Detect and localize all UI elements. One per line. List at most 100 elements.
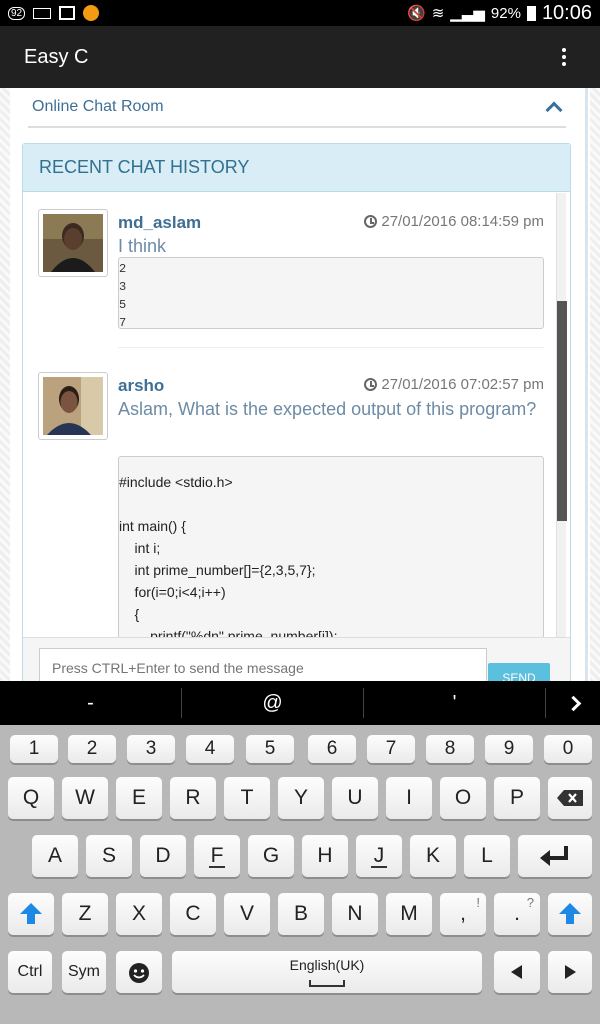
key-9[interactable]: 9 bbox=[485, 735, 533, 763]
key-e[interactable]: E bbox=[116, 777, 162, 819]
status-left: 92 bbox=[8, 5, 100, 21]
image-icon bbox=[59, 6, 76, 20]
code-line: int main() { bbox=[119, 518, 186, 534]
key-f[interactable]: F bbox=[194, 835, 240, 877]
send-button[interactable]: SEND bbox=[488, 663, 550, 681]
code-line: int prime_number[]={2,3,5,7}; bbox=[119, 562, 316, 578]
space-language-label: English(UK) bbox=[289, 957, 365, 973]
key-0[interactable]: 0 bbox=[544, 735, 592, 763]
code-line: 5 bbox=[119, 298, 127, 312]
user-photo-md-aslam bbox=[43, 214, 103, 272]
key-j[interactable]: J bbox=[356, 835, 402, 877]
app-bar: Easy C bbox=[0, 26, 600, 88]
key-c[interactable]: C bbox=[170, 893, 216, 935]
suggestion-item[interactable]: - bbox=[0, 688, 182, 718]
key-i[interactable]: I bbox=[386, 777, 432, 819]
sym-key[interactable]: Sym bbox=[62, 951, 106, 993]
key-v[interactable]: V bbox=[224, 893, 270, 935]
scrollbar-thumb[interactable] bbox=[557, 301, 567, 521]
key-x[interactable]: X bbox=[116, 893, 162, 935]
key-p[interactable]: P bbox=[494, 777, 540, 819]
code-line: #include <stdio.h> bbox=[119, 474, 233, 490]
key-7[interactable]: 7 bbox=[367, 735, 415, 763]
key-8[interactable]: 8 bbox=[426, 735, 474, 763]
code-block: #include <stdio.h> int main() { int i; i… bbox=[118, 456, 544, 637]
key-s[interactable]: S bbox=[86, 835, 132, 877]
chat-list[interactable]: md_aslam 27/01/2016 08:14:59 pm I think … bbox=[23, 193, 570, 637]
comma-key[interactable]: , ! bbox=[440, 893, 486, 935]
avatar bbox=[38, 372, 108, 440]
shift-icon bbox=[20, 903, 42, 925]
shift-left-key[interactable] bbox=[8, 893, 54, 935]
key-3[interactable]: 3 bbox=[127, 735, 175, 763]
clock-icon bbox=[364, 215, 378, 228]
key-h[interactable]: H bbox=[302, 835, 348, 877]
message-time-text: 27/01/2016 07:02:57 pm bbox=[381, 376, 544, 393]
suggestion-item[interactable]: ' bbox=[364, 688, 546, 718]
message-divider bbox=[118, 347, 544, 348]
message-time-text: 27/01/2016 08:14:59 pm bbox=[381, 213, 544, 230]
key-b[interactable]: B bbox=[278, 893, 324, 935]
key-l[interactable]: L bbox=[464, 835, 510, 877]
right-scroll-line bbox=[585, 88, 588, 681]
code-line: int i; bbox=[119, 540, 161, 556]
key-2[interactable]: 2 bbox=[68, 735, 116, 763]
code-line: printf("%dn",prime_number[i]); bbox=[119, 628, 338, 637]
message-input[interactable] bbox=[39, 648, 487, 681]
chat-room-header[interactable]: Online Chat Room bbox=[28, 88, 566, 128]
keyboard-icon bbox=[33, 7, 52, 19]
clock-icon bbox=[364, 378, 378, 391]
key-4[interactable]: 4 bbox=[186, 735, 234, 763]
chat-scrollbar[interactable] bbox=[556, 193, 567, 637]
key-w[interactable]: W bbox=[62, 777, 108, 819]
status-right: 🔇 ≋ ▁▃▅ 92% 10:06 bbox=[407, 2, 592, 25]
enter-key[interactable] bbox=[518, 835, 592, 877]
backspace-icon bbox=[557, 790, 583, 806]
suggestions-expand[interactable] bbox=[546, 695, 600, 711]
battery-icon bbox=[526, 5, 536, 21]
message-text: I think bbox=[118, 236, 167, 256]
message-username[interactable]: md_aslam bbox=[118, 213, 201, 233]
chat-message: arsho 27/01/2016 07:02:57 pm Aslam, What… bbox=[38, 372, 544, 637]
shift-right-key[interactable] bbox=[548, 893, 592, 935]
code-line: for(i=0;i<4;i++) bbox=[119, 584, 226, 600]
backspace-key[interactable] bbox=[548, 777, 592, 819]
key-o[interactable]: O bbox=[440, 777, 486, 819]
key-g[interactable]: G bbox=[248, 835, 294, 877]
chevron-up-icon[interactable] bbox=[545, 101, 563, 119]
key-k[interactable]: K bbox=[410, 835, 456, 877]
status-bar: 92 🔇 ≋ ▁▃▅ 92% 10:06 bbox=[0, 0, 600, 26]
key-t[interactable]: T bbox=[224, 777, 270, 819]
key-d[interactable]: D bbox=[140, 835, 186, 877]
key-5[interactable]: 5 bbox=[246, 735, 294, 763]
key-a[interactable]: A bbox=[32, 835, 78, 877]
key-m[interactable]: M bbox=[386, 893, 432, 935]
key-u[interactable]: U bbox=[332, 777, 378, 819]
emoji-key[interactable] bbox=[116, 951, 162, 993]
key-n[interactable]: N bbox=[332, 893, 378, 935]
more-vert-icon[interactable] bbox=[552, 45, 576, 69]
code-line: 7 bbox=[119, 316, 127, 329]
period-alt-label: ? bbox=[526, 895, 534, 910]
key-y[interactable]: Y bbox=[278, 777, 324, 819]
cursor-right-key[interactable] bbox=[548, 951, 592, 993]
suggestion-item[interactable]: @ bbox=[182, 688, 364, 718]
web-content: Online Chat Room RECENT CHAT HISTORY md_… bbox=[0, 88, 600, 681]
space-key[interactable]: English(UK) bbox=[172, 951, 482, 993]
chat-room-title: Online Chat Room bbox=[32, 98, 164, 115]
code-line: { bbox=[119, 606, 140, 622]
soft-keyboard: 1 2 3 4 5 6 7 8 9 0 Q W E R T Y U I O P … bbox=[0, 725, 600, 1024]
key-1[interactable]: 1 bbox=[10, 735, 58, 763]
arrow-left-icon bbox=[511, 965, 522, 979]
period-key[interactable]: . ? bbox=[494, 893, 540, 935]
message-username[interactable]: arsho bbox=[118, 376, 164, 396]
space-icon bbox=[309, 980, 345, 987]
ctrl-key[interactable]: Ctrl bbox=[8, 951, 52, 993]
cursor-left-key[interactable] bbox=[494, 951, 540, 993]
key-6[interactable]: 6 bbox=[308, 735, 356, 763]
mute-icon: 🔇 bbox=[407, 5, 426, 22]
key-q[interactable]: Q bbox=[8, 777, 54, 819]
key-r[interactable]: R bbox=[170, 777, 216, 819]
key-z[interactable]: Z bbox=[62, 893, 108, 935]
